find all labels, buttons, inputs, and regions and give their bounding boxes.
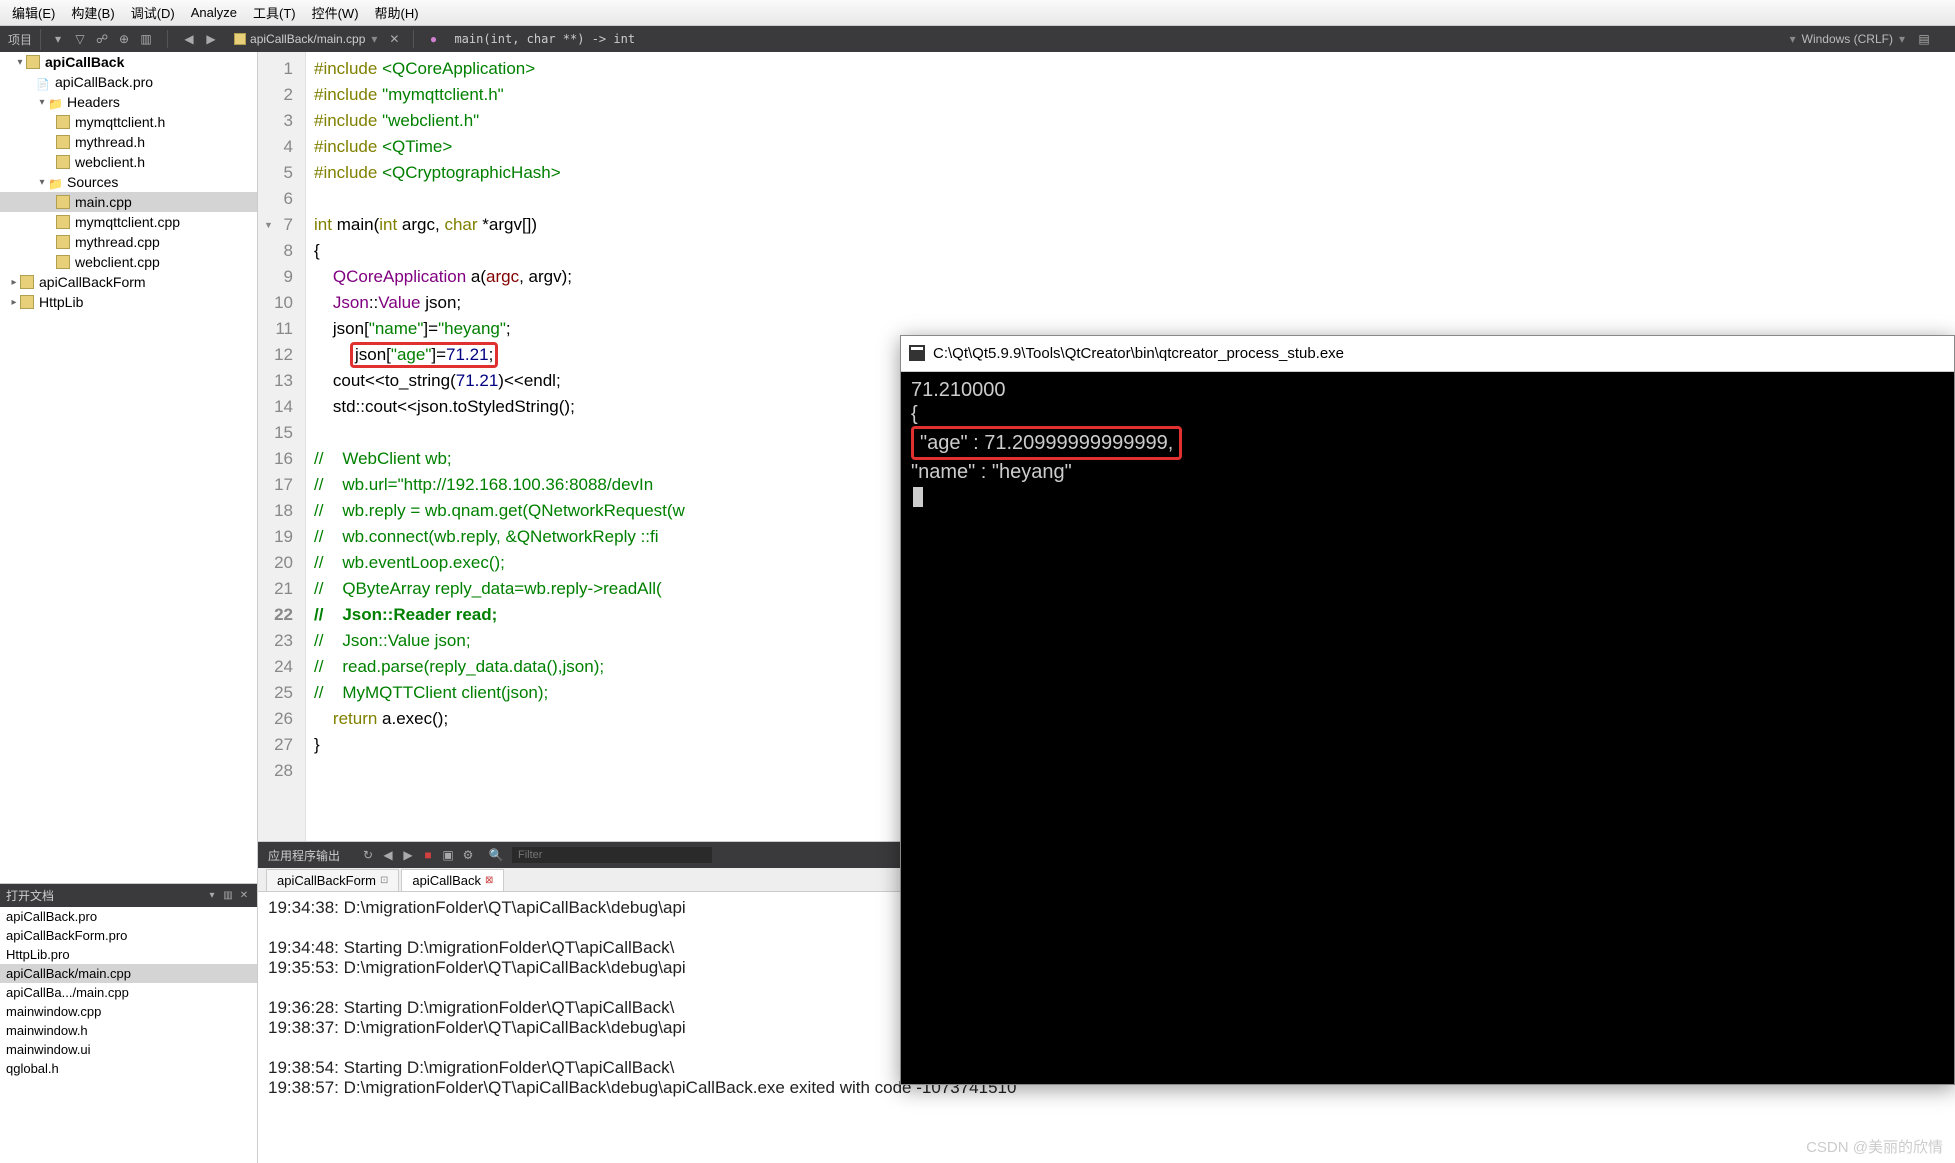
close-icon[interactable]: ⊡: [380, 875, 388, 886]
menu-tools[interactable]: 工具(T): [245, 0, 304, 25]
function-sig[interactable]: main(int, char **) -> int: [454, 32, 635, 46]
pro-icon: [36, 75, 50, 89]
output-tab[interactable]: apiCallBack⊠: [401, 869, 504, 891]
h-icon: [56, 135, 70, 149]
toolbar: 项目 ▾ ▽ ☍ ⊕ ▥ ◀ ▶ apiCallBack/main.cpp ▾ …: [0, 26, 1955, 52]
h-icon: [56, 115, 70, 129]
watermark: CSDN @美丽的欣情: [1806, 1136, 1943, 1157]
tree-header-file[interactable]: mymqttclient.h: [0, 112, 257, 132]
close-tab-icon[interactable]: ✕: [385, 30, 403, 48]
close-icon[interactable]: ✕: [237, 889, 251, 903]
sidebar: ▾apiCallBack apiCallBack.pro ▾Headers my…: [0, 52, 258, 1163]
cpp-icon: [56, 195, 70, 209]
menu-edit[interactable]: 编辑(E): [4, 0, 63, 25]
app-icon: [909, 345, 927, 363]
menu-build[interactable]: 构建(B): [63, 0, 122, 25]
open-doc-item[interactable]: apiCallBack/main.cpp: [0, 964, 257, 983]
project-icon: [20, 295, 34, 309]
tree-header-file[interactable]: webclient.h: [0, 152, 257, 172]
menu-widgets[interactable]: 控件(W): [304, 0, 367, 25]
settings-icon[interactable]: ⚙: [460, 847, 476, 863]
open-doc-item[interactable]: mainwindow.ui: [0, 1040, 257, 1059]
prev-icon[interactable]: ◀: [380, 847, 396, 863]
next-icon[interactable]: ▶: [400, 847, 416, 863]
console-window[interactable]: C:\Qt\Qt5.9.9\Tools\QtCreator\bin\qtcrea…: [900, 335, 1955, 1085]
tree-source-file[interactable]: mythread.cpp: [0, 232, 257, 252]
open-documents: 打开文档 ▾ ▥ ✕ apiCallBack.proapiCallBackFor…: [0, 883, 257, 1163]
tree-source-file[interactable]: mymqttclient.cpp: [0, 212, 257, 232]
encoding-label[interactable]: Windows (CRLF): [1802, 32, 1893, 46]
dropdown-icon[interactable]: ▾: [205, 889, 219, 903]
breadcrumb[interactable]: apiCallBack/main.cpp ▾ ✕ ● main(int, cha…: [228, 30, 1790, 48]
menu-help[interactable]: 帮助(H): [367, 0, 427, 25]
tree-project-root[interactable]: ▾apiCallBack: [0, 52, 257, 72]
filter-input[interactable]: [512, 847, 712, 863]
tree-sources-folder[interactable]: ▾Sources: [0, 172, 257, 192]
function-icon: ●: [424, 30, 442, 48]
project-icon: [26, 55, 40, 69]
menu-debug[interactable]: 调试(D): [123, 0, 183, 25]
open-docs-header: 打开文档 ▾ ▥ ✕: [0, 884, 257, 907]
open-doc-item[interactable]: qglobal.h: [0, 1059, 257, 1078]
dropdown-icon[interactable]: ▾: [49, 30, 67, 48]
open-doc-item[interactable]: apiCallBack.pro: [0, 907, 257, 926]
split-icon[interactable]: ▥: [137, 30, 155, 48]
folder-icon: [48, 95, 62, 109]
forward-icon[interactable]: ▶: [202, 30, 220, 48]
tree-source-file[interactable]: webclient.cpp: [0, 252, 257, 272]
filter-icon[interactable]: ▽: [71, 30, 89, 48]
gutter: 1234567891011121314151617181920212223242…: [258, 52, 306, 841]
console-titlebar[interactable]: C:\Qt\Qt5.9.9\Tools\QtCreator\bin\qtcrea…: [901, 336, 1954, 372]
console-body[interactable]: 71.210000{ "age" : 71.20999999999999, "n…: [901, 372, 1954, 514]
open-doc-item[interactable]: apiCallBackForm.pro: [0, 926, 257, 945]
tree-source-file[interactable]: main.cpp: [0, 192, 257, 212]
file-path: apiCallBack/main.cpp: [250, 32, 365, 46]
tree-project[interactable]: ▸apiCallBackForm: [0, 272, 257, 292]
clear-icon[interactable]: ▣: [440, 847, 456, 863]
cpp-icon: [56, 215, 70, 229]
tree-headers-folder[interactable]: ▾Headers: [0, 92, 257, 112]
code-body[interactable]: #include <QCoreApplication>#include "mym…: [306, 52, 693, 841]
console-title-text: C:\Qt\Qt5.9.9\Tools\QtCreator\bin\qtcrea…: [933, 345, 1344, 362]
open-doc-item[interactable]: mainwindow.cpp: [0, 1002, 257, 1021]
restart-icon[interactable]: ↻: [360, 847, 376, 863]
project-tree[interactable]: ▾apiCallBack apiCallBack.pro ▾Headers my…: [0, 52, 257, 883]
output-title: 应用程序输出: [258, 843, 350, 868]
add-icon[interactable]: ⊕: [115, 30, 133, 48]
menubar: 编辑(E) 构建(B) 调试(D) Analyze 工具(T) 控件(W) 帮助…: [0, 0, 1955, 26]
project-label: 项目: [0, 29, 41, 50]
split-horizontal-icon[interactable]: ▤: [1915, 30, 1933, 48]
cpp-icon: [56, 235, 70, 249]
open-doc-item[interactable]: apiCallBa.../main.cpp: [0, 983, 257, 1002]
tree-pro-file[interactable]: apiCallBack.pro: [0, 72, 257, 92]
tree-header-file[interactable]: mythread.h: [0, 132, 257, 152]
close-icon[interactable]: ⊠: [485, 875, 493, 886]
h-icon: [56, 155, 70, 169]
link-icon[interactable]: ☍: [93, 30, 111, 48]
tree-project[interactable]: ▸HttpLib: [0, 292, 257, 312]
back-icon[interactable]: ◀: [180, 30, 198, 48]
folder-icon: [48, 175, 62, 189]
output-tab[interactable]: apiCallBackForm⊡: [266, 869, 399, 891]
open-doc-item[interactable]: HttpLib.pro: [0, 945, 257, 964]
menu-analyze[interactable]: Analyze: [183, 2, 245, 23]
project-icon: [20, 275, 34, 289]
cpp-icon: [56, 255, 70, 269]
open-doc-item[interactable]: mainwindow.h: [0, 1021, 257, 1040]
stop-icon[interactable]: ■: [420, 847, 436, 863]
split-icon[interactable]: ▥: [221, 889, 235, 903]
cpp-icon: [234, 33, 246, 45]
